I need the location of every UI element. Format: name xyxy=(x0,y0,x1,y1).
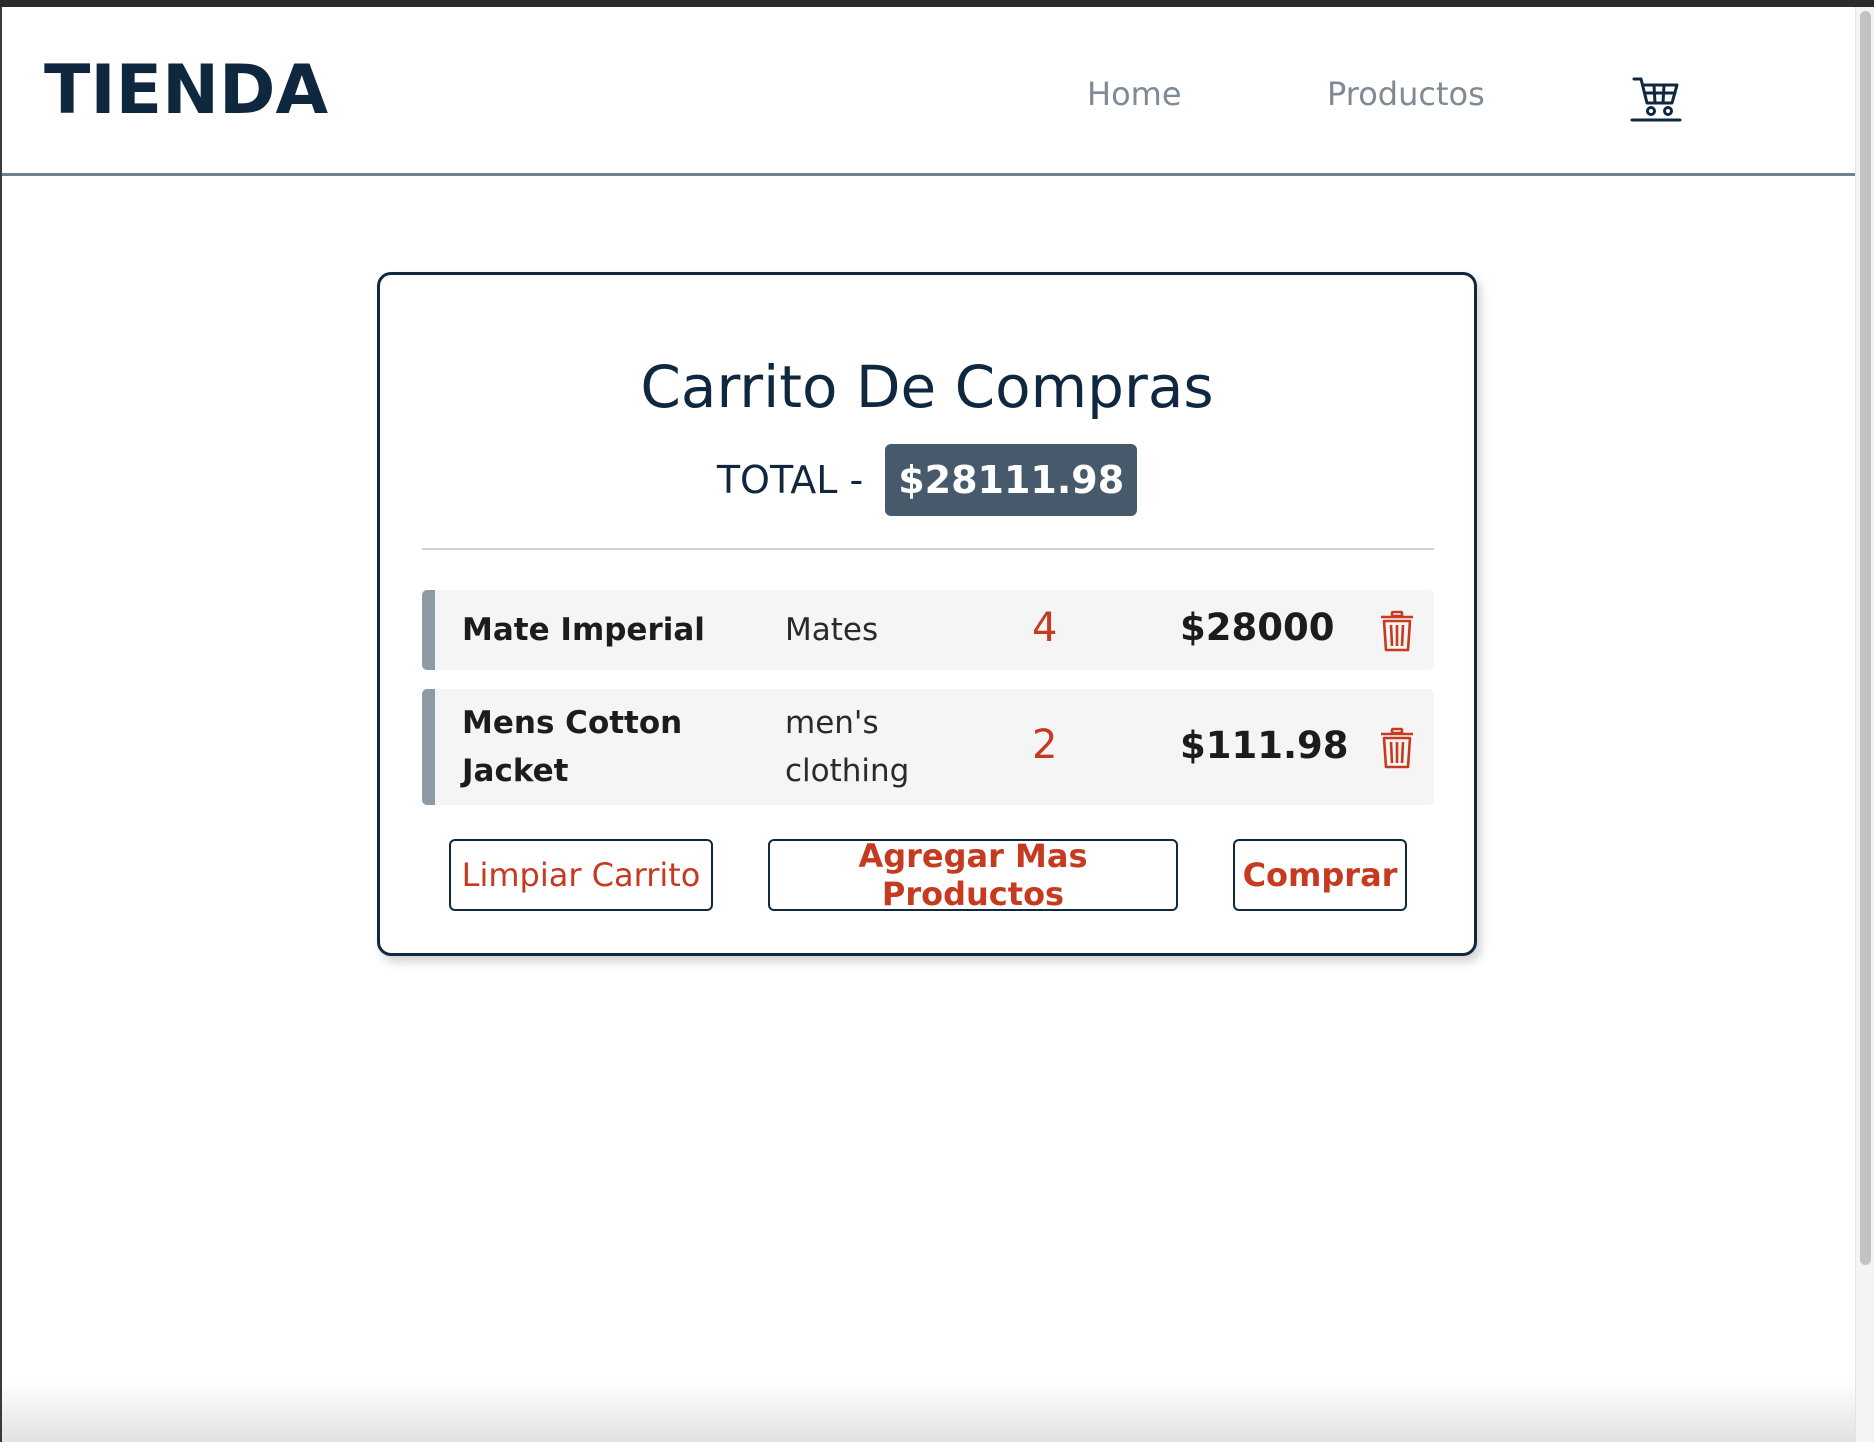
scrollbar-thumb[interactable] xyxy=(1860,11,1871,1265)
page-scrollbar[interactable] xyxy=(1855,7,1874,1442)
site-header: TIENDA Home Productos xyxy=(2,7,1855,176)
buy-button[interactable]: Comprar xyxy=(1233,839,1407,911)
nav-productos-link[interactable]: Productos xyxy=(1327,75,1485,113)
add-more-products-button[interactable]: Agregar Mas Productos xyxy=(768,837,1178,913)
shopping-cart-icon xyxy=(1630,77,1682,122)
cart-total: TOTAL - $28111.98 xyxy=(380,443,1474,517)
item-name: Mens Cotton Jacket xyxy=(462,705,683,789)
item-quantity: 2 xyxy=(1032,722,1058,768)
browser-top-strip xyxy=(0,0,1874,7)
item-quantity: 4 xyxy=(1032,605,1058,651)
trash-icon xyxy=(1381,727,1413,769)
item-price: $28000 xyxy=(1180,606,1335,649)
clear-cart-button[interactable]: Limpiar Carrito xyxy=(449,839,713,911)
delete-item-button[interactable] xyxy=(1379,610,1415,652)
nav-home-link[interactable]: Home xyxy=(1087,75,1182,113)
delete-item-button[interactable] xyxy=(1379,727,1415,769)
brand-logo[interactable]: TIENDA xyxy=(44,51,328,130)
total-label: TOTAL - xyxy=(716,458,864,502)
cart-title: Carrito De Compras xyxy=(640,353,1214,421)
divider xyxy=(422,548,1434,550)
item-category: men's clothing xyxy=(785,705,910,789)
cart-panel: Carrito De Compras TOTAL - $28111.98 Mat… xyxy=(377,272,1477,956)
cart-item-row: Mens Cotton Jacket men's clothing 2 $111… xyxy=(422,689,1434,805)
item-price: $111.98 xyxy=(1180,724,1349,767)
window-left-edge xyxy=(0,7,2,1442)
total-value-badge: $28111.98 xyxy=(885,444,1138,516)
cart-button[interactable] xyxy=(1630,71,1682,123)
trash-icon xyxy=(1381,610,1413,652)
cart-item-row: Mate Imperial Mates 4 $28000 xyxy=(422,590,1434,670)
bottom-shadow xyxy=(2,1380,1855,1442)
item-category: Mates xyxy=(785,612,879,648)
item-name: Mate Imperial xyxy=(462,612,705,648)
